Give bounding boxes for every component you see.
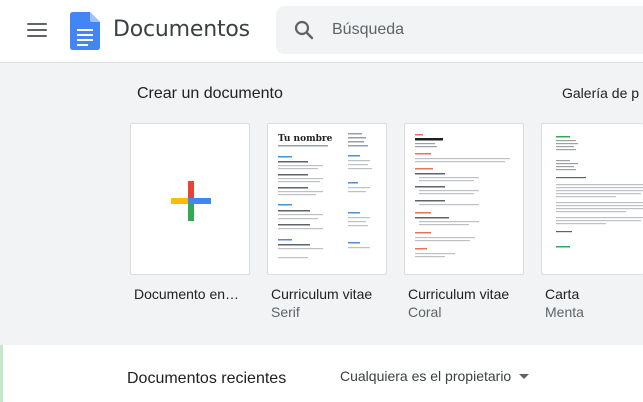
recent-documents-title: Documentos recientes (127, 370, 287, 387)
top-bar: Documentos (0, 0, 643, 62)
main-menu-button[interactable] (22, 16, 52, 46)
docs-logo-icon[interactable] (70, 12, 100, 50)
template-resume-serif[interactable]: Tu nombre (267, 123, 387, 275)
template-resume-coral[interactable] (404, 123, 524, 275)
template-gallery: Crear un documento Galería de p Document… (0, 62, 643, 345)
template-blank-document[interactable] (130, 123, 250, 275)
template-title: Curriculum vitae (408, 286, 510, 302)
hamburger-menu-icon (27, 23, 47, 25)
owner-filter-label: Cualquiera es el propietario (340, 368, 512, 384)
search-bar[interactable] (276, 6, 643, 54)
resume-coral-thumbnail (415, 134, 510, 258)
dropdown-arrow-icon (519, 373, 530, 379)
colorful-plus-icon (171, 181, 211, 221)
letter-mint-thumbnail (556, 136, 643, 248)
template-letter-mint[interactable] (541, 123, 643, 275)
owner-filter-dropdown[interactable]: Cualquiera es el propietario (340, 364, 530, 388)
template-subtitle: Coral (408, 304, 442, 320)
left-edge-accent (0, 345, 3, 402)
search-icon[interactable] (292, 18, 316, 42)
recent-documents-section: Documentos recientes Cualquiera es el pr… (0, 345, 643, 402)
search-input[interactable] (332, 6, 632, 54)
template-title: Documento en… (134, 286, 240, 302)
template-title: Curriculum vitae (271, 286, 373, 302)
template-gallery-button[interactable]: Galería de p (562, 85, 639, 101)
gallery-title: Crear un documento (137, 85, 283, 102)
template-subtitle: Serif (271, 304, 300, 320)
app-title[interactable]: Documentos (113, 17, 250, 42)
template-title: Carta (545, 286, 580, 302)
template-subtitle: Menta (545, 304, 584, 320)
preview-heading: Tu nombre (278, 134, 333, 144)
resume-serif-thumbnail: Tu nombre (278, 133, 372, 259)
